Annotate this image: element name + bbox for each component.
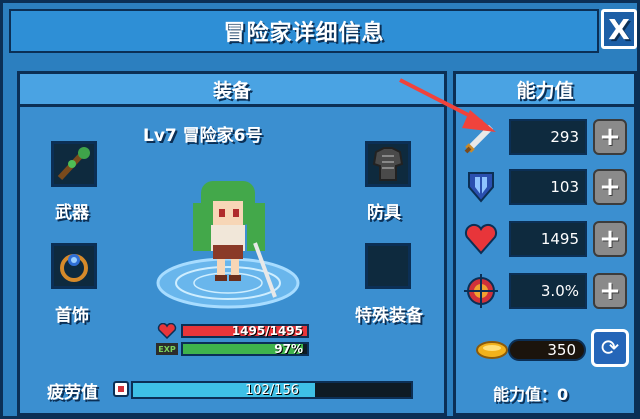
critical-value: 3.0% <box>509 273 587 309</box>
gold-icon <box>476 341 508 359</box>
defense-stat-row: 103 + <box>459 167 631 207</box>
staff-icon <box>57 147 90 181</box>
close-button[interactable]: X <box>601 9 637 49</box>
crosshair-icon <box>464 274 498 308</box>
title-bar: 冒险家详细信息 <box>9 9 599 53</box>
refresh-button[interactable]: ⟳ <box>591 329 629 367</box>
weapon-slot[interactable] <box>51 141 97 187</box>
fatigue-text: 102/156 <box>244 383 299 398</box>
armor-slot-label: 防具 <box>367 203 401 223</box>
attack-plus-button[interactable]: + <box>593 119 627 155</box>
hp-plus-button[interactable]: + <box>593 221 627 257</box>
hp-value: 1495 <box>509 221 587 257</box>
hp-text: 1495/1495 <box>231 324 303 338</box>
red-arrow-annotation <box>399 78 496 132</box>
equipment-header: 装备 <box>20 74 444 107</box>
armor-slot[interactable] <box>365 141 411 187</box>
fatigue-bar: 102/156 <box>131 381 413 399</box>
accessory-slot[interactable] <box>51 243 97 289</box>
detail-window: 冒险家详细信息 X 装备 Lv7 冒险家6号 武器 防具 首饰 特殊装备 149… <box>0 0 640 419</box>
ability-points-label: 能力值：0 <box>493 385 569 404</box>
exp-bar: 97% <box>181 342 309 356</box>
accessory-slot-label: 首饰 <box>55 306 89 326</box>
weapon-slot-label: 武器 <box>55 203 89 223</box>
character-sprite <box>156 181 300 309</box>
armor-icon <box>372 147 404 181</box>
special-equipment-slot[interactable] <box>365 243 411 289</box>
attack-value: 293 <box>509 119 587 155</box>
hp-bar: 1495/1495 <box>181 324 309 338</box>
refresh-icon: ⟳ <box>600 335 620 361</box>
fatigue-icon <box>113 381 129 397</box>
special-equipment-slot-label: 特殊装备 <box>355 306 423 326</box>
critical-stat-row: 3.0% + <box>459 271 631 311</box>
exp-text: 97% <box>274 342 303 356</box>
fatigue-label: 疲劳值 <box>47 383 98 403</box>
window-title: 冒险家详细信息 <box>223 21 385 46</box>
heart-icon <box>464 223 498 255</box>
necklace-icon <box>60 254 88 282</box>
gold-amount: 350 <box>508 339 586 361</box>
shield-icon <box>468 172 494 203</box>
exp-icon: EXP <box>156 343 178 355</box>
hp-heart-icon <box>157 323 177 339</box>
hp-stat-row: 1495 + <box>459 219 631 259</box>
defense-plus-button[interactable]: + <box>593 169 627 205</box>
character-name: Lv7 冒险家6号 <box>143 126 263 146</box>
defense-value: 103 <box>509 169 587 205</box>
critical-plus-button[interactable]: + <box>593 273 627 309</box>
